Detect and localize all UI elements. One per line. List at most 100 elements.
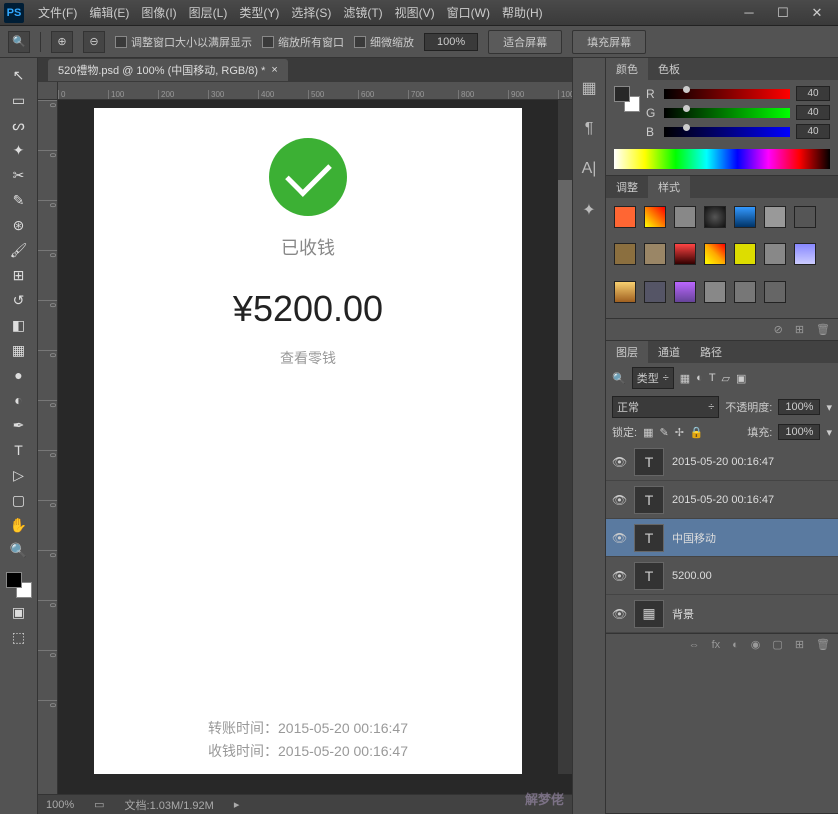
- quick-mask-icon[interactable]: ▣: [6, 601, 32, 623]
- hand-tool[interactable]: ✋: [6, 514, 32, 536]
- trash-icon[interactable]: 🗑: [816, 323, 830, 336]
- filter-shape-icon[interactable]: ▱: [722, 372, 730, 385]
- lock-position-icon[interactable]: ✎: [659, 426, 668, 439]
- visibility-icon[interactable]: 👁: [612, 569, 626, 583]
- move-tool[interactable]: ↖: [6, 64, 32, 86]
- scrubby-checkbox[interactable]: 细微缩放: [354, 34, 414, 50]
- style-swatch[interactable]: [674, 243, 696, 265]
- panel-tab[interactable]: 路径: [690, 341, 732, 363]
- healing-tool[interactable]: ⊛: [6, 214, 32, 236]
- opacity-input[interactable]: 100%: [778, 399, 820, 415]
- style-swatch[interactable]: [614, 243, 636, 265]
- color-swatches[interactable]: [6, 572, 32, 598]
- eraser-tool[interactable]: ◧: [6, 314, 32, 336]
- menu-item[interactable]: 滤镜(T): [337, 0, 388, 25]
- layer-item[interactable]: 👁T中国移动: [606, 519, 838, 557]
- spectrum-bar[interactable]: [614, 149, 830, 169]
- color-slider[interactable]: [664, 108, 790, 118]
- style-swatch[interactable]: [734, 281, 756, 303]
- menu-item[interactable]: 图层(L): [183, 0, 234, 25]
- menu-item[interactable]: 编辑(E): [83, 0, 135, 25]
- panel-tab[interactable]: 调整: [606, 176, 648, 198]
- lock-move-icon[interactable]: ✢: [675, 426, 684, 439]
- fill-adjust-icon[interactable]: ◉: [751, 638, 761, 651]
- status-zoom[interactable]: 100%: [46, 799, 74, 811]
- panel-tab[interactable]: 色板: [648, 58, 690, 80]
- visibility-icon[interactable]: 👁: [612, 607, 626, 621]
- menu-item[interactable]: 视图(V): [389, 0, 441, 25]
- menu-item[interactable]: 图像(I): [135, 0, 182, 25]
- color-value[interactable]: 40: [796, 105, 830, 120]
- visibility-icon[interactable]: 👁: [612, 493, 626, 507]
- filter-type-icon[interactable]: T: [709, 372, 716, 384]
- layer-item[interactable]: 👁T5200.00: [606, 557, 838, 595]
- brush-tool[interactable]: 🖌: [6, 239, 32, 261]
- status-pan-icon[interactable]: ▭: [94, 798, 104, 811]
- canvas[interactable]: 已收钱 ¥5200.00 查看零钱 转账时间：2015-05-20 00:16:…: [94, 108, 522, 774]
- style-swatch[interactable]: [674, 206, 696, 228]
- lasso-tool[interactable]: ᔕ: [6, 114, 32, 136]
- stamp-tool[interactable]: ⊞: [6, 264, 32, 286]
- style-swatch[interactable]: [674, 281, 696, 303]
- panel-tab[interactable]: 图层: [606, 341, 648, 363]
- blend-mode-select[interactable]: 正常÷: [612, 396, 719, 418]
- style-swatch[interactable]: [704, 243, 726, 265]
- paragraph-icon[interactable]: ¶: [585, 120, 594, 138]
- style-swatch[interactable]: [644, 243, 666, 265]
- filter-pixel-icon[interactable]: ▦: [680, 372, 690, 385]
- magic-wand-tool[interactable]: ✦: [6, 139, 32, 161]
- panel-tab[interactable]: 通道: [648, 341, 690, 363]
- close-icon[interactable]: ×: [271, 64, 277, 76]
- fx-icon[interactable]: fx: [712, 639, 721, 651]
- close-button[interactable]: ✕: [806, 5, 828, 21]
- dodge-tool[interactable]: ◐: [6, 389, 32, 411]
- zoom-tool[interactable]: 🔍: [6, 539, 32, 561]
- visibility-icon[interactable]: 👁: [612, 455, 626, 469]
- character-icon[interactable]: A|: [582, 160, 597, 178]
- color-value[interactable]: 40: [796, 86, 830, 101]
- fit-screen-button[interactable]: 适合屏幕: [488, 30, 562, 54]
- style-swatch[interactable]: [644, 281, 666, 303]
- visibility-icon[interactable]: 👁: [612, 531, 626, 545]
- menu-item[interactable]: 选择(S): [285, 0, 337, 25]
- fit-window-checkbox[interactable]: 调整窗口大小以满屏显示: [115, 34, 252, 50]
- fg-bg-swatch[interactable]: [614, 86, 640, 112]
- lock-all-icon[interactable]: 🔒: [690, 426, 704, 439]
- color-slider[interactable]: [664, 127, 790, 137]
- vertical-scrollbar[interactable]: [558, 100, 572, 774]
- style-swatch[interactable]: [614, 281, 636, 303]
- style-swatch[interactable]: [794, 206, 816, 228]
- style-swatch[interactable]: [704, 281, 726, 303]
- menu-item[interactable]: 文件(F): [32, 0, 83, 25]
- path-select-tool[interactable]: ▷: [6, 464, 32, 486]
- filter-adjust-icon[interactable]: ◐: [696, 372, 703, 384]
- mask-icon[interactable]: ◐: [732, 639, 739, 651]
- doc-tab[interactable]: 520禮物.psd @ 100% (中国移动, RGB/8) *×: [48, 59, 288, 81]
- filter-select[interactable]: 类型÷: [632, 367, 674, 389]
- type-tool[interactable]: T: [6, 439, 32, 461]
- group-icon[interactable]: ▢: [772, 638, 782, 651]
- zoom-value[interactable]: 100%: [424, 33, 478, 51]
- link-icon[interactable]: ⇔: [689, 639, 700, 651]
- marquee-tool[interactable]: ▭: [6, 89, 32, 111]
- crop-tool[interactable]: ✂: [6, 164, 32, 186]
- screen-mode-icon[interactable]: ⬚: [6, 626, 32, 648]
- fill-screen-button[interactable]: 填充屏幕: [572, 30, 646, 54]
- zoom-all-checkbox[interactable]: 缩放所有窗口: [262, 34, 344, 50]
- filter-smart-icon[interactable]: ▣: [736, 372, 746, 385]
- style-swatch[interactable]: [764, 206, 786, 228]
- style-swatch[interactable]: [734, 243, 756, 265]
- zoom-tool-icon[interactable]: 🔍: [8, 31, 30, 53]
- style-swatch[interactable]: [764, 281, 786, 303]
- zoom-in-icon[interactable]: ⊕: [51, 31, 73, 53]
- new-layer-icon[interactable]: ⊞: [795, 638, 804, 651]
- shape-tool[interactable]: ▢: [6, 489, 32, 511]
- menu-item[interactable]: 帮助(H): [496, 0, 549, 25]
- style-swatch[interactable]: [644, 206, 666, 228]
- blur-tool[interactable]: ●: [6, 364, 32, 386]
- no-icon[interactable]: ⊘: [774, 323, 783, 336]
- lock-image-icon[interactable]: ▦: [643, 426, 653, 439]
- style-swatch[interactable]: [704, 206, 726, 228]
- history-brush-tool[interactable]: ↺: [6, 289, 32, 311]
- panel-tab[interactable]: 颜色: [606, 58, 648, 80]
